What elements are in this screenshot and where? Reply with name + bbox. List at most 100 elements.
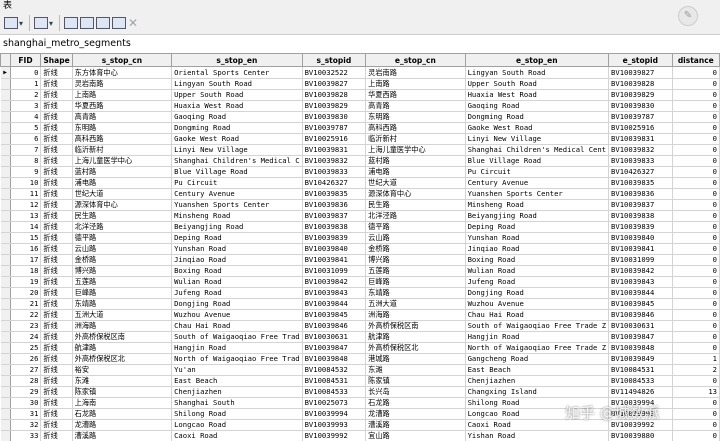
table-cell[interactable]: 源深体育中心 <box>72 199 173 211</box>
table-cell[interactable]: 0 <box>672 89 720 101</box>
table-cell[interactable]: North of Waigaoqiao Free Trad <box>171 353 303 365</box>
row-selector[interactable] <box>0 66 11 79</box>
table-row[interactable]: 1 折线 灵岩南路 Lingyan South Road BV10039827 上南路 Up… <box>0 78 720 90</box>
table-row[interactable]: 21 折线 东靖路 Dongjing Road BV10039844 五洲大道 Wuzhou… <box>0 298 720 310</box>
table-cell[interactable]: 0 <box>10 66 42 79</box>
table-cell[interactable]: 灵岩南路 <box>72 78 173 90</box>
table-cell[interactable]: Caoxi Road <box>171 430 303 441</box>
table-cell[interactable]: 6 <box>10 133 42 145</box>
table-cell[interactable]: 航津路 <box>72 342 173 354</box>
table-cell[interactable]: 0 <box>672 221 720 233</box>
table-cell[interactable]: 折线 <box>40 100 73 112</box>
table-cell[interactable]: 港城路 <box>365 353 466 365</box>
table-cell[interactable]: 折线 <box>40 89 73 101</box>
table-cell[interactable]: 折线 <box>40 265 73 277</box>
table-cell[interactable]: 29 <box>10 386 42 398</box>
table-cell[interactable]: BV10039847 <box>608 331 673 343</box>
table-cell[interactable]: 德平路 <box>72 232 173 244</box>
table-cell[interactable]: 华夏西路 <box>365 89 466 101</box>
table-cell[interactable]: 上海南 <box>72 397 173 409</box>
table-cell[interactable]: 折线 <box>40 287 73 299</box>
table-cell[interactable]: 24 <box>10 331 42 343</box>
table-cell[interactable]: Wulian Road <box>171 276 303 288</box>
clear-selection-button[interactable] <box>96 15 111 31</box>
table-row[interactable]: 19 折线 五莲路 Wulian Road BV10039842 巨峰路 Jufeng Ro… <box>0 276 720 288</box>
table-cell[interactable]: 0 <box>672 155 720 167</box>
table-cell[interactable]: BV10039838 <box>608 210 673 222</box>
table-cell[interactable]: 0 <box>672 210 720 222</box>
table-cell[interactable]: Jinqiao Road <box>465 243 610 255</box>
table-cell[interactable]: 五莲路 <box>365 265 466 277</box>
table-cell[interactable]: 33 <box>10 430 42 441</box>
table-cell[interactable]: Upper South Road <box>171 89 303 101</box>
table-cell[interactable]: 东明路 <box>72 122 173 134</box>
table-row[interactable]: 23 折线 洲海路 Chau Hai Road BV10039846 外高桥保税区南 Sou… <box>0 320 720 332</box>
table-row[interactable]: 28 折线 东滩 East Beach BV10084531 陈家镇 Chenjiazhen… <box>0 375 720 387</box>
table-row[interactable]: 8 折线 上海儿童医学中心 Shanghai Children's Medical C… <box>0 155 720 167</box>
table-row[interactable]: 10 折线 浦电路 Pu Circuit BV10426327 世纪大道 Century A… <box>0 177 720 189</box>
layer-tab[interactable]: shanghai_metro_segments <box>3 35 131 52</box>
table-cell[interactable]: 东靖路 <box>365 287 466 299</box>
table-cell[interactable]: 东滩 <box>72 375 173 387</box>
table-cell[interactable]: Chenjiazhen <box>465 375 610 387</box>
table-cell[interactable]: Gaoke West Road <box>465 122 610 134</box>
table-cell[interactable]: 外高桥保税区北 <box>365 342 466 354</box>
table-cell[interactable]: 蓝村路 <box>365 155 466 167</box>
row-selector[interactable] <box>0 177 11 189</box>
table-cell[interactable]: Dongming Road <box>465 111 610 123</box>
table-cell[interactable]: BV10039992 <box>302 430 367 441</box>
table-cell[interactable]: 13 <box>10 210 42 222</box>
table-options-button[interactable]: ▾ <box>4 15 23 31</box>
table-cell[interactable]: Gangcheng Road <box>465 353 610 365</box>
table-row[interactable]: 16 折线 云山路 Yunshan Road BV10039840 金桥路 Jinqiao … <box>0 243 720 255</box>
row-selector[interactable] <box>0 188 11 200</box>
table-cell[interactable]: Longcao Road <box>171 419 303 431</box>
table-cell[interactable]: 折线 <box>40 243 73 255</box>
table-cell[interactable]: Boxing Road <box>465 254 610 266</box>
table-cell[interactable]: Beiyangjing Road <box>171 221 303 233</box>
table-cell[interactable]: 世纪大道 <box>365 177 466 189</box>
table-cell[interactable]: 上海儿童医学中心 <box>365 144 466 156</box>
table-cell[interactable]: 折线 <box>40 386 73 398</box>
table-cell[interactable]: 0 <box>672 144 720 156</box>
table-cell[interactable]: 折线 <box>40 210 73 222</box>
table-cell[interactable]: 0 <box>672 287 720 299</box>
table-cell[interactable]: 折线 <box>40 199 73 211</box>
table-cell[interactable]: 32 <box>10 419 42 431</box>
table-cell[interactable]: 折线 <box>40 276 73 288</box>
table-cell[interactable]: 折线 <box>40 144 73 156</box>
table-row[interactable]: 3 折线 华夏西路 Huaxia West Road BV10039829 高青路 Gaoq… <box>0 100 720 112</box>
row-selector[interactable] <box>0 199 11 211</box>
table-cell[interactable]: BV10084531 <box>302 375 367 387</box>
table-cell[interactable]: BV10039837 <box>608 199 673 211</box>
row-selector[interactable] <box>0 133 11 145</box>
table-cell[interactable]: Century Avenue <box>171 188 303 200</box>
table-cell[interactable]: East Beach <box>171 375 303 387</box>
table-cell[interactable]: 15 <box>10 232 42 244</box>
table-cell[interactable]: 9 <box>10 166 42 178</box>
table-cell[interactable]: BV10039830 <box>302 111 367 123</box>
table-cell[interactable]: Dongjing Road <box>171 298 303 310</box>
table-cell[interactable]: 17 <box>10 254 42 266</box>
table-cell[interactable]: Shanghai Children's Medical C <box>171 155 303 167</box>
table-cell[interactable]: 0 <box>672 419 720 431</box>
table-cell[interactable]: Changxing Island <box>465 386 610 398</box>
table-cell[interactable]: BV10039841 <box>302 254 367 266</box>
table-cell[interactable]: 1 <box>672 353 720 365</box>
table-cell[interactable]: 0 <box>672 243 720 255</box>
table-cell[interactable]: 31 <box>10 408 42 420</box>
table-cell[interactable]: BV10039832 <box>608 144 673 156</box>
table-cell[interactable]: 0 <box>672 100 720 112</box>
table-cell[interactable]: BV10039843 <box>608 276 673 288</box>
table-cell[interactable]: 28 <box>10 375 42 387</box>
table-cell[interactable]: 0 <box>672 188 720 200</box>
table-cell[interactable]: BV10039846 <box>608 309 673 321</box>
row-selector[interactable] <box>0 155 11 167</box>
table-cell[interactable]: BV10039828 <box>302 89 367 101</box>
table-cell[interactable]: Jufeng Road <box>465 276 610 288</box>
table-cell[interactable]: Yunshan Road <box>171 243 303 255</box>
table-cell[interactable]: 折线 <box>40 177 73 189</box>
row-selector[interactable] <box>0 408 11 420</box>
row-selector[interactable] <box>0 309 11 321</box>
table-cell[interactable]: 折线 <box>40 78 73 90</box>
